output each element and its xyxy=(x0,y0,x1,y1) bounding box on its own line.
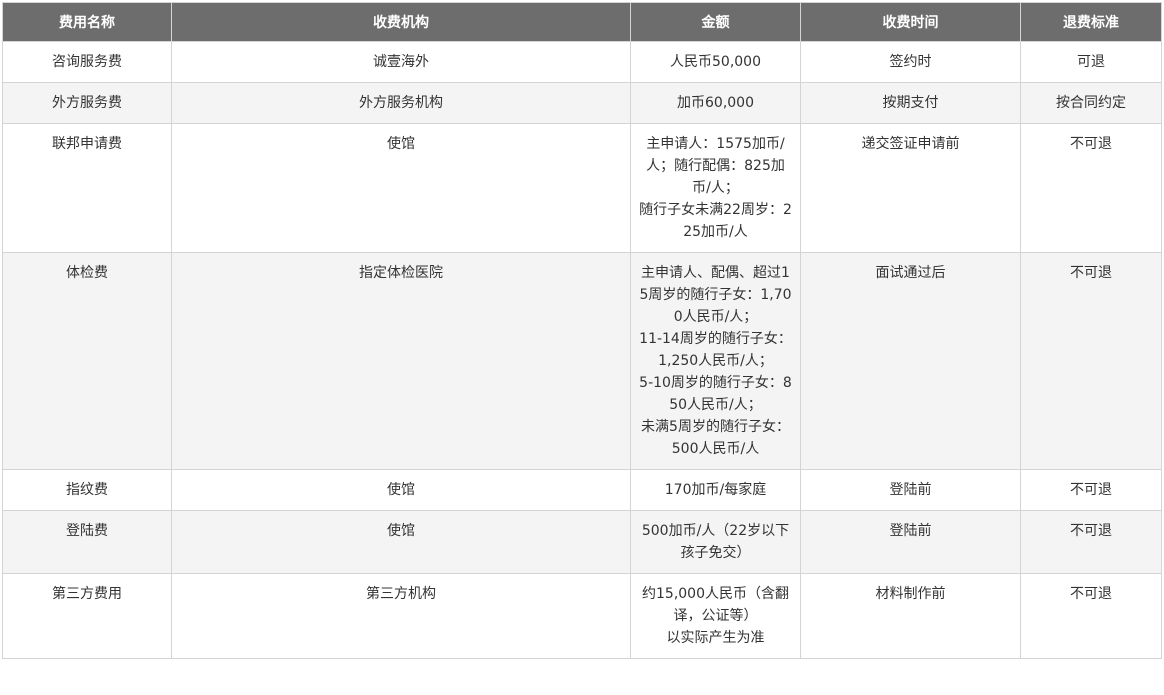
amount-cell: 加币60,000 xyxy=(630,82,801,124)
refund-cell: 不可退 xyxy=(1020,573,1162,659)
amount-line: 约15,000人民币（含翻译，公证等） xyxy=(642,586,789,624)
amount-line: 5-10周岁的随行子女：850人民币/人； xyxy=(639,375,792,413)
header-refund: 退费标准 xyxy=(1020,2,1162,42)
table-row: 第三方费用 第三方机构 约15,000人民币（含翻译，公证等） 以实际产生为准 … xyxy=(2,573,1162,659)
table-row: 指纹费 使馆 170加币/每家庭 登陆前 不可退 xyxy=(2,469,1162,511)
amount-line: 170加币/每家庭 xyxy=(664,482,767,498)
amount-cell: 人民币50,000 xyxy=(630,41,801,83)
time-cell: 签约时 xyxy=(800,41,1021,83)
org-cell: 使馆 xyxy=(171,510,631,574)
org-cell: 指定体检医院 xyxy=(171,252,631,470)
refund-cell: 不可退 xyxy=(1020,123,1162,253)
org-cell: 外方服务机构 xyxy=(171,82,631,124)
fee-name-cell: 外方服务费 xyxy=(2,82,172,124)
fee-name-cell: 第三方费用 xyxy=(2,573,172,659)
amount-line: 随行子女未满22周岁：225加币/人 xyxy=(639,202,792,240)
header-org: 收费机构 xyxy=(171,2,631,42)
amount-cell: 500加币/人（22岁以下孩子免交） xyxy=(630,510,801,574)
fee-name-cell: 指纹费 xyxy=(2,469,172,511)
time-cell: 递交签证申请前 xyxy=(800,123,1021,253)
time-cell: 登陆前 xyxy=(800,510,1021,574)
time-cell: 材料制作前 xyxy=(800,573,1021,659)
amount-line: 人民币50,000 xyxy=(670,54,761,70)
table-row: 咨询服务费 诚壹海外 人民币50,000 签约时 可退 xyxy=(2,41,1162,83)
refund-cell: 不可退 xyxy=(1020,510,1162,574)
amount-line: 未满5周岁的随行子女：500人民币/人 xyxy=(641,419,790,457)
amount-cell: 约15,000人民币（含翻译，公证等） 以实际产生为准 xyxy=(630,573,801,659)
amount-line: 主申请人：1575加币/人；随行配偶：825加币/人； xyxy=(646,136,785,196)
amount-cell: 170加币/每家庭 xyxy=(630,469,801,511)
org-cell: 诚壹海外 xyxy=(171,41,631,83)
refund-cell: 不可退 xyxy=(1020,252,1162,470)
amount-cell: 主申请人：1575加币/人；随行配偶：825加币/人； 随行子女未满22周岁：2… xyxy=(630,123,801,253)
org-cell: 使馆 xyxy=(171,469,631,511)
org-cell: 第三方机构 xyxy=(171,573,631,659)
fee-name-cell: 联邦申请费 xyxy=(2,123,172,253)
amount-line: 加币60,000 xyxy=(677,95,754,111)
refund-cell: 按合同约定 xyxy=(1020,82,1162,124)
refund-cell: 可退 xyxy=(1020,41,1162,83)
refund-cell: 不可退 xyxy=(1020,469,1162,511)
amount-line: 主申请人、配偶、超过15周岁的随行子女：1,700人民币/人； xyxy=(639,265,792,325)
table-row: 外方服务费 外方服务机构 加币60,000 按期支付 按合同约定 xyxy=(2,82,1162,124)
table-row: 联邦申请费 使馆 主申请人：1575加币/人；随行配偶：825加币/人； 随行子… xyxy=(2,123,1162,253)
amount-cell: 主申请人、配偶、超过15周岁的随行子女：1,700人民币/人； 11-14周岁的… xyxy=(630,252,801,470)
header-row: 费用名称 收费机构 金额 收费时间 退费标准 xyxy=(2,2,1162,42)
table-row: 体检费 指定体检医院 主申请人、配偶、超过15周岁的随行子女：1,700人民币/… xyxy=(2,252,1162,470)
time-cell: 面试通过后 xyxy=(800,252,1021,470)
header-fee-name: 费用名称 xyxy=(2,2,172,42)
amount-line: 500加币/人（22岁以下孩子免交） xyxy=(641,523,790,561)
time-cell: 登陆前 xyxy=(800,469,1021,511)
fee-name-cell: 咨询服务费 xyxy=(2,41,172,83)
fee-name-cell: 登陆费 xyxy=(2,510,172,574)
fee-name-cell: 体检费 xyxy=(2,252,172,470)
header-time: 收费时间 xyxy=(800,2,1021,42)
amount-line: 11-14周岁的随行子女：1,250人民币/人； xyxy=(639,331,792,369)
time-cell: 按期支付 xyxy=(800,82,1021,124)
table-row: 登陆费 使馆 500加币/人（22岁以下孩子免交） 登陆前 不可退 xyxy=(2,510,1162,574)
header-amount: 金额 xyxy=(630,2,801,42)
amount-line: 以实际产生为准 xyxy=(666,630,765,646)
fee-table: 费用名称 收费机构 金额 收费时间 退费标准 咨询服务费 诚壹海外 人民币50,… xyxy=(2,2,1162,659)
org-cell: 使馆 xyxy=(171,123,631,253)
